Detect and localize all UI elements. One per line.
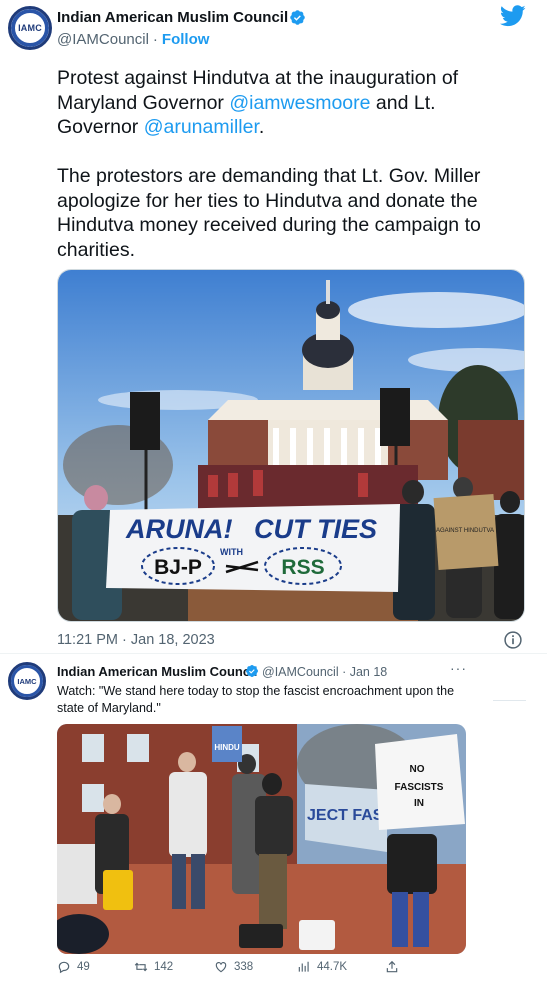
info-icon[interactable] <box>503 630 523 650</box>
quoted-handle-date[interactable]: @IAMCouncil · Jan 18 <box>262 665 387 679</box>
views-action[interactable]: 44.7K <box>297 960 347 974</box>
views-count: 44.7K <box>317 961 348 973</box>
tweet-actions: 49 142 338 44.7K <box>57 960 417 978</box>
protest-photo-illustration: AGAINST HINDUTVA ARUNA! CUT TIES WITH BJ… <box>58 270 524 621</box>
like-action[interactable]: 338 <box>214 960 253 974</box>
photo-banner-aruna: ARUNA! <box>125 514 232 544</box>
avatar-ring: IAMC <box>11 9 49 47</box>
more-options-icon[interactable]: ··· <box>450 660 467 676</box>
author-name[interactable]: Indian American Muslim Council <box>57 9 288 26</box>
verified-badge-icon <box>290 10 305 25</box>
twitter-bird-icon[interactable] <box>500 5 526 27</box>
retweet-count: 142 <box>154 961 174 973</box>
mention-link[interactable]: @arunamiller <box>144 116 259 138</box>
share-icon <box>386 960 398 973</box>
main-tweet: IAMC Indian American Muslim Council @IAM… <box>0 0 547 652</box>
photo-banner-rss: RSS <box>281 556 324 579</box>
reply-action[interactable]: 49 <box>57 960 90 974</box>
photo-cardboard-sign: AGAINST HINDUTVA <box>436 528 494 534</box>
photo-banner-with: WITH <box>220 547 243 557</box>
avatar-logo-text: IAMC <box>18 23 42 33</box>
views-chart-icon <box>298 961 309 972</box>
separator: · <box>152 31 158 48</box>
retweet-action[interactable]: 142 <box>134 960 173 974</box>
tweet-text-part3: . <box>258 116 265 138</box>
video-sign-line3: IN <box>414 798 424 809</box>
reply-icon <box>58 961 70 974</box>
avatar[interactable]: IAMC <box>8 6 52 50</box>
quoted-tweet[interactable]: IAMC Indian American Muslim Council @IAM… <box>0 654 547 984</box>
handle-row: @IAMCouncil · Follow <box>57 31 209 48</box>
video-sign-line1: NO <box>410 764 425 775</box>
tweet-paragraph-1: Protest against Hindutva at the inaugura… <box>57 66 522 140</box>
avatar-logo-text: IAMC <box>17 676 37 686</box>
like-count: 338 <box>234 961 254 973</box>
tweet-text: Protest against Hindutva at the inaugura… <box>57 66 522 262</box>
mention-link[interactable]: @iamwesmoore <box>229 92 370 114</box>
divider <box>493 700 526 701</box>
reply-count: 49 <box>77 961 90 973</box>
photo-banner-cut-ties: CUT TIES <box>254 514 377 544</box>
verified-badge-icon <box>246 665 258 677</box>
photo-banner-bjp: BJ-P <box>154 556 202 579</box>
share-action[interactable] <box>385 960 399 974</box>
video-player[interactable]: HINDU JECT FASCI NO FASCISTS IN <box>57 724 466 954</box>
video-frame-illustration: HINDU JECT FASCI NO FASCISTS IN <box>57 724 466 954</box>
video-sign-line2: FASCISTS <box>395 782 444 793</box>
handle[interactable]: @IAMCouncil <box>57 31 149 48</box>
quoted-avatar[interactable]: IAMC <box>8 662 46 700</box>
video-left-sign: HINDU <box>214 743 240 752</box>
quoted-tweet-text: Watch: "We stand here today to stop the … <box>57 684 455 715</box>
follow-button[interactable]: Follow <box>162 31 210 48</box>
tweet-paragraph-2: The protestors are demanding that Lt. Go… <box>57 165 481 261</box>
heart-icon <box>215 962 227 973</box>
avatar-ring: IAMC <box>11 665 43 697</box>
timestamp[interactable]: 11:21 PM · Jan 18, 2023 <box>57 632 215 648</box>
tweet-photo[interactable]: AGAINST HINDUTVA ARUNA! CUT TIES WITH BJ… <box>57 269 525 622</box>
retweet-icon <box>134 962 148 972</box>
quoted-author-name[interactable]: Indian American Muslim Council <box>57 664 257 679</box>
